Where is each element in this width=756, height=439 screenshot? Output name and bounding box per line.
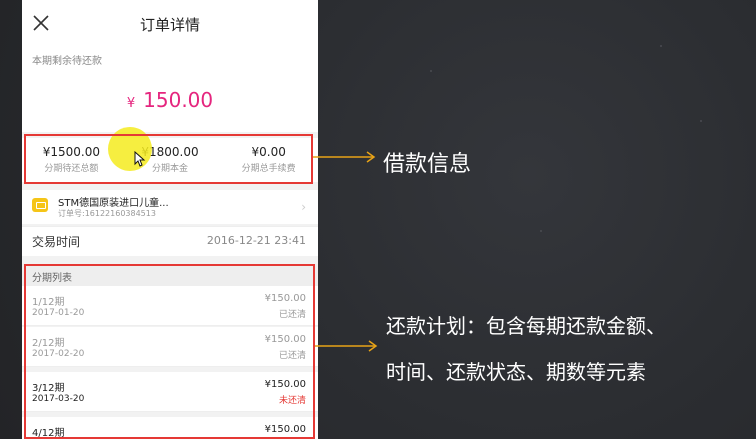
product-thumbnail: [32, 198, 48, 212]
trade-time-row: 交易时间 2016-12-21 23:41: [22, 226, 318, 256]
annotation-line: 还款计划：包含每期还款金额、: [386, 314, 666, 338]
trade-time-label: 交易时间: [32, 235, 81, 249]
repayment-plan-highlight-box: [24, 264, 315, 439]
remaining-amount-value: 150.00: [143, 88, 214, 112]
product-item[interactable]: STM德国原装进口儿童... 订单号:16122160384513 ›: [22, 190, 318, 224]
trade-time-value: 2016-12-21 23:41: [206, 234, 306, 247]
annotation-line: 时间、还款状态、期数等元素: [386, 360, 646, 384]
product-name: STM德国原装进口儿童...: [58, 198, 169, 209]
arrow-right-icon: [315, 340, 378, 352]
currency-symbol: ¥: [126, 96, 136, 111]
loan-info-annotation: 借款信息: [383, 152, 472, 177]
remaining-label: 本期剩余待还款: [32, 56, 102, 67]
page-title: 订单详情: [139, 16, 200, 34]
repayment-plan-annotation: 还款计划：包含每期还款金额、 时间、还款状态、期数等元素: [386, 303, 752, 395]
remaining-amount: ¥150.00: [22, 88, 318, 112]
arrow-right-icon: [313, 151, 376, 163]
background-speck: [700, 120, 702, 122]
nav-bar: 订单详情: [22, 0, 318, 44]
order-number: 订单号:16122160384513: [58, 209, 156, 218]
background-speck: [660, 45, 662, 47]
background-speck: [430, 70, 432, 72]
remaining-section: 本期剩余待还款 ¥150.00: [22, 44, 318, 132]
loan-info-highlight-box: [24, 134, 313, 184]
background-speck: [540, 230, 542, 232]
chevron-right-icon: ›: [301, 200, 306, 214]
